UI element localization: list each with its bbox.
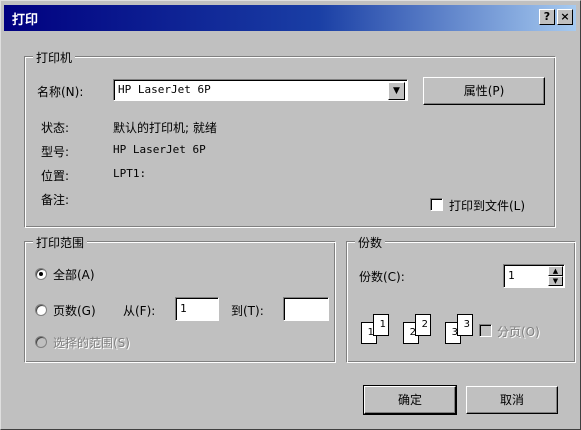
range-selection-radio[interactable] bbox=[35, 336, 47, 348]
spin-down-icon[interactable]: ▼ bbox=[548, 276, 563, 286]
collate-checkbox[interactable] bbox=[479, 324, 492, 337]
type-label: 型号: bbox=[41, 145, 70, 159]
range-selection-label[interactable]: 选择的范围(S) bbox=[53, 334, 130, 351]
range-from-input[interactable]: 1 bbox=[175, 297, 219, 321]
copies-group-title: 份数 bbox=[355, 234, 386, 251]
range-pages-label[interactable]: 页数(G) bbox=[53, 302, 96, 319]
print-range-group-title: 打印范围 bbox=[33, 234, 88, 251]
spin-up-icon[interactable]: ▲ bbox=[548, 266, 563, 276]
title-bar[interactable]: 打印 ? × bbox=[4, 5, 576, 31]
ok-button[interactable]: 确定 bbox=[363, 385, 457, 415]
range-pages-radio[interactable] bbox=[35, 304, 47, 316]
cancel-button[interactable]: 取消 bbox=[466, 386, 558, 414]
range-to-input[interactable] bbox=[283, 297, 329, 321]
window-title: 打印 bbox=[12, 13, 39, 28]
printer-group-title: 打印机 bbox=[33, 49, 76, 66]
where-value: LPT1: bbox=[113, 167, 147, 180]
collate-page-icon: 2 bbox=[415, 314, 431, 336]
range-all-radio[interactable] bbox=[35, 268, 47, 280]
print-to-file-checkbox[interactable] bbox=[430, 198, 443, 211]
chevron-down-icon[interactable]: ▼ bbox=[388, 82, 405, 100]
type-value: HP LaserJet 6P bbox=[113, 143, 206, 156]
range-from-value: 1 bbox=[180, 302, 187, 315]
close-icon[interactable]: × bbox=[557, 9, 573, 25]
printer-group: 打印机 名称(N): HP LaserJet 6P ▼ 属性(P) 状态: 默认… bbox=[24, 49, 556, 228]
print-to-file-label[interactable]: 打印到文件(L) bbox=[449, 197, 525, 214]
status-value: 默认的打印机; 就绪 bbox=[113, 121, 217, 135]
collate-page-icon: 1 bbox=[373, 314, 389, 336]
printer-name-select[interactable]: HP LaserJet 6P ▼ bbox=[113, 79, 408, 101]
help-icon[interactable]: ? bbox=[539, 9, 555, 25]
range-all-label[interactable]: 全部(A) bbox=[53, 266, 95, 283]
status-label: 状态: bbox=[41, 121, 70, 135]
where-label: 位置: bbox=[41, 169, 70, 183]
printer-name-label: 名称(N): bbox=[37, 85, 84, 99]
copies-group: 份数 份数(C): 1 ▲ ▼ 1 1 2 2 3 3 分页(O) bbox=[346, 234, 576, 363]
properties-button[interactable]: 属性(P) bbox=[423, 77, 545, 105]
print-dialog: 打印 ? × 打印机 名称(N): HP LaserJet 6P ▼ 属性(P)… bbox=[0, 0, 581, 430]
collate-label[interactable]: 分页(O) bbox=[497, 323, 540, 340]
comment-label: 备注: bbox=[41, 193, 70, 207]
copies-number-stepper[interactable]: 1 ▲ ▼ bbox=[503, 264, 565, 288]
range-to-label: 到(T): bbox=[231, 304, 264, 318]
copies-number-label: 份数(C): bbox=[359, 270, 405, 284]
printer-name-value: HP LaserJet 6P bbox=[118, 83, 211, 96]
copies-number-value: 1 bbox=[508, 269, 515, 282]
range-from-label: 从(F): bbox=[123, 304, 156, 318]
collate-page-icon: 3 bbox=[457, 314, 473, 336]
print-range-group: 打印范围 全部(A) 页数(G) 从(F): 1 到(T): 选择的范围(S) bbox=[24, 234, 336, 363]
